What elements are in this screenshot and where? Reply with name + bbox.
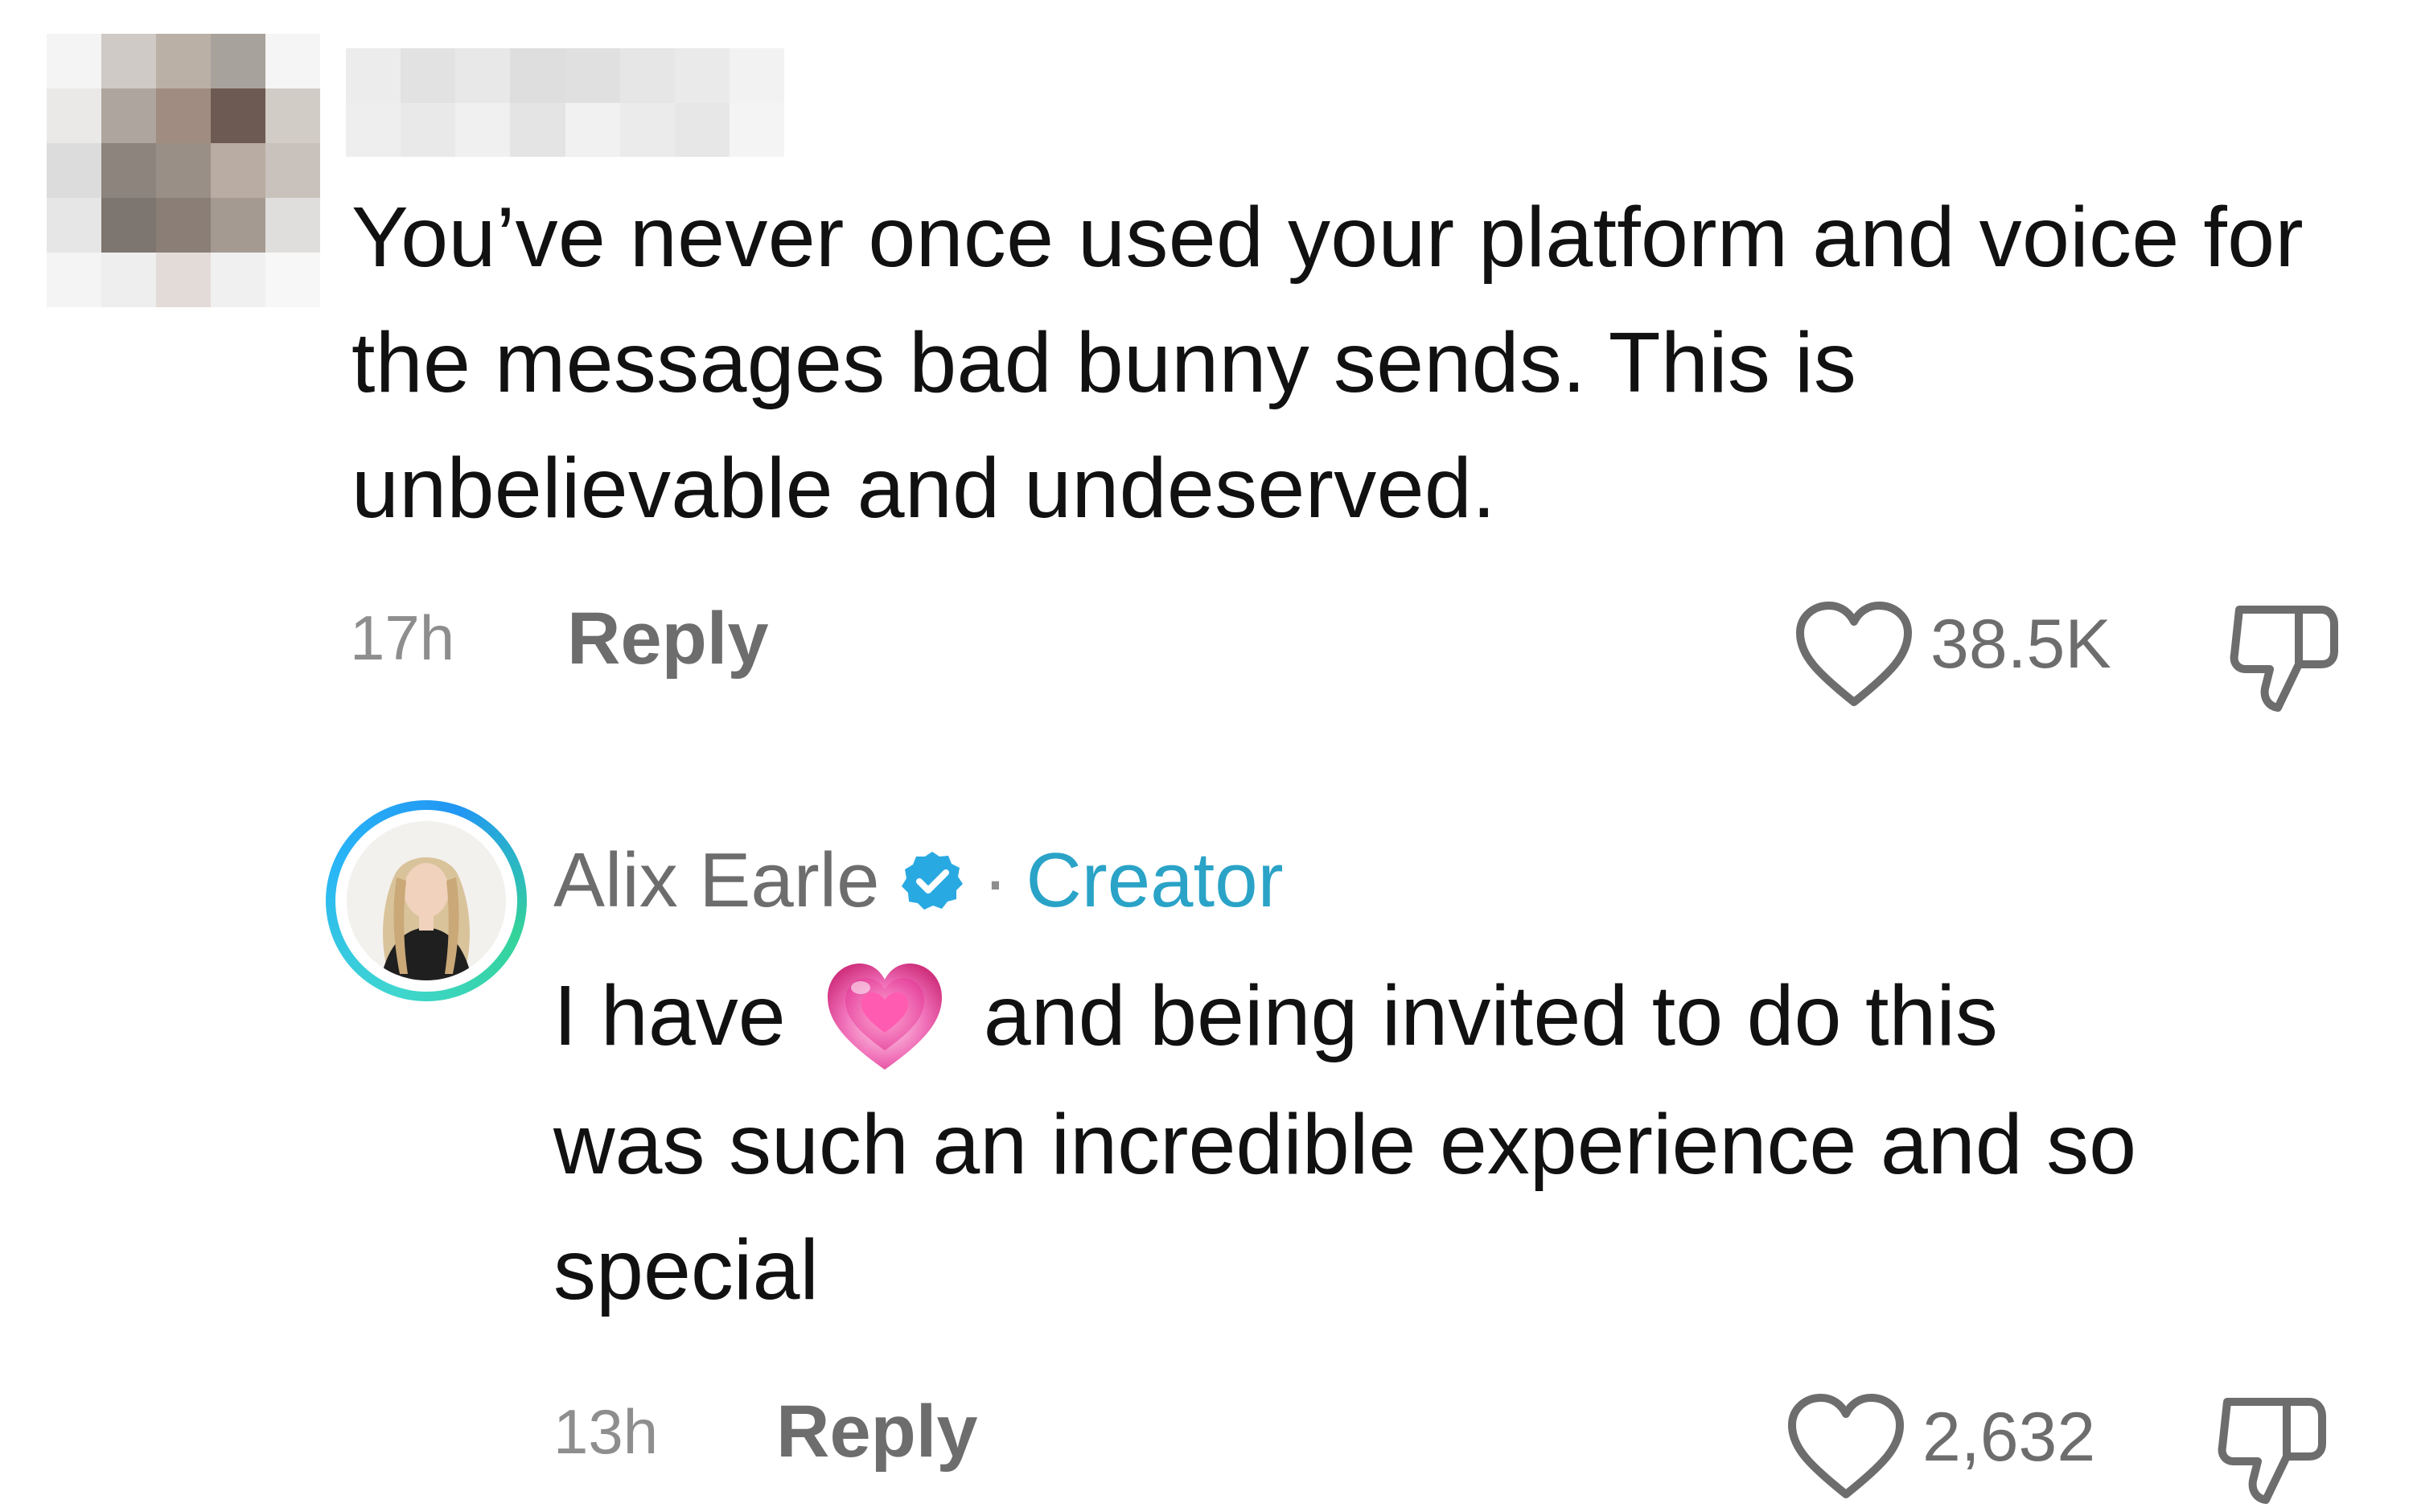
verified-badge-icon	[900, 848, 964, 913]
author-name[interactable]: Alix Earle	[553, 836, 879, 925]
thumbs-down-icon[interactable]	[2228, 595, 2341, 720]
like-count: 2,632	[1922, 1399, 2096, 1476]
comment-text-before-emoji: I have	[553, 968, 786, 1063]
comment-text-line-1: I have and being invited to do this	[553, 953, 1998, 1079]
comment-text: You’ve never once used your platform and…	[351, 190, 2304, 536]
like-count: 38.5K	[1930, 606, 2111, 683]
author-row: Alix Earle · Creator	[553, 832, 1284, 929]
reply-button[interactable]: Reply	[776, 1390, 978, 1474]
growing-heart-icon	[824, 955, 945, 1076]
creator-badge-label: Creator	[1026, 837, 1284, 923]
separator-dot: ·	[982, 837, 1009, 923]
thumbs-down-icon[interactable]	[2216, 1387, 2329, 1512]
avatar[interactable]	[326, 800, 527, 1001]
heart-outline-icon[interactable]	[1794, 599, 1914, 713]
comment-timestamp: 13h	[553, 1396, 659, 1467]
comment-timestamp: 17h	[350, 602, 455, 673]
reply-button[interactable]: Reply	[567, 597, 769, 681]
username-redacted[interactable]	[346, 48, 784, 157]
avatar[interactable]	[47, 34, 320, 307]
comment-text-after-emoji: and being invited to do this	[983, 968, 1998, 1063]
heart-outline-icon[interactable]	[1786, 1391, 1906, 1505]
comment-text-rest: was such an incredible experience and so…	[553, 1097, 2137, 1317]
